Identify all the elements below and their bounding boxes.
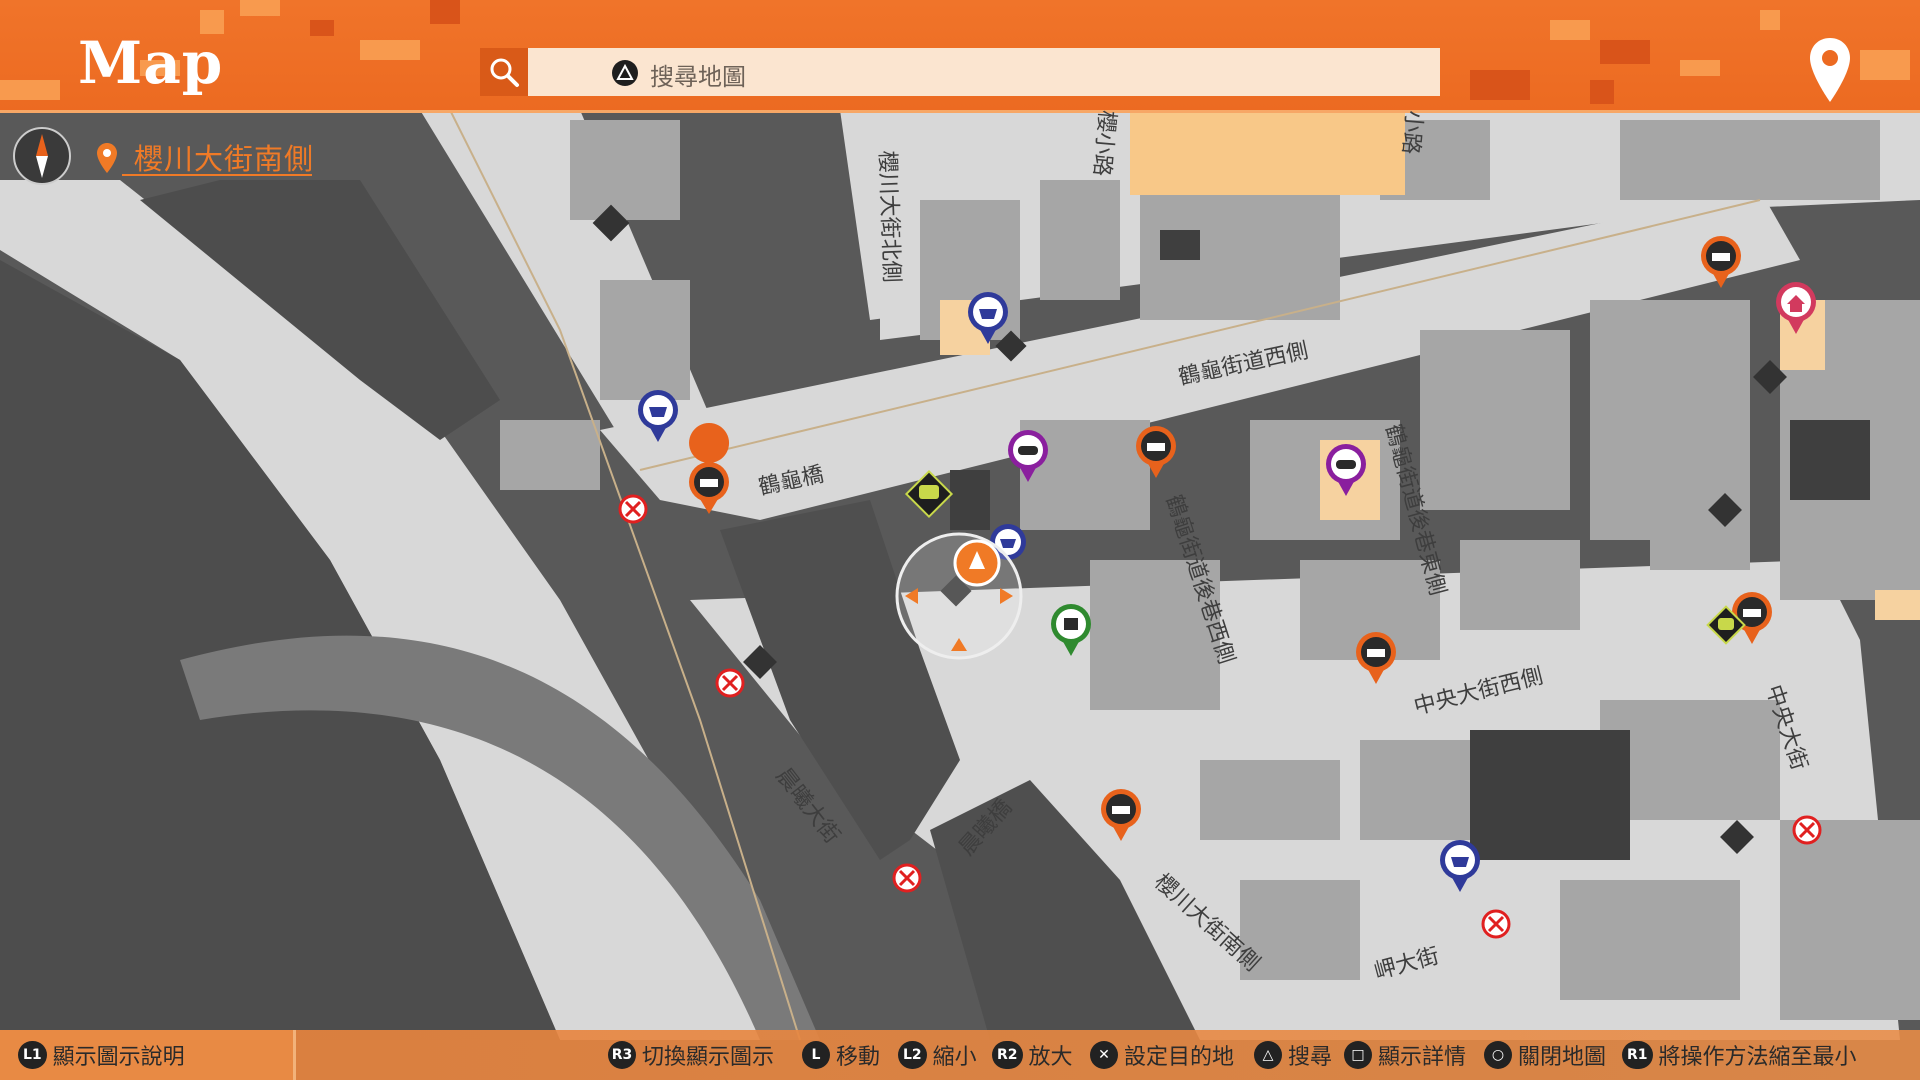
header-bar: Map 搜尋地圖 [0,0,1920,113]
hint-label: 設定目的地 [1124,1045,1235,1070]
search-icon [490,58,519,87]
search-input[interactable]: 搜尋地圖 [528,48,1440,96]
blocked-icon[interactable] [1481,909,1511,939]
hint-search[interactable]: △ 搜尋 [1254,1038,1332,1072]
square-button-icon: □ [1344,1041,1372,1069]
l2-button-icon: L2 [898,1041,927,1069]
hint-label: 顯示詳情 [1378,1045,1467,1070]
hint-minimize-controls[interactable]: R1 將操作方法縮至最小 [1622,1038,1857,1072]
hint-label: 搜尋 [1288,1045,1333,1070]
search-bar[interactable]: 搜尋地圖 [480,48,1440,96]
l-stick-icon: L [802,1041,830,1069]
search-placeholder: 搜尋地圖 [650,63,746,91]
hint-label: 切換顯示圖示 [642,1045,775,1070]
controls-footer: L1 顯示圖示說明 R3 切換顯示圖示 L 移動 L2 縮小 R2 放大 ✕ 設… [0,1030,1920,1080]
search-button[interactable] [480,48,528,96]
r1-button-icon: R1 [1622,1041,1653,1069]
compass-icon [13,127,71,185]
highlight-area [1130,110,1405,195]
hint-label: 移動 [836,1045,881,1070]
hint-zoom-in[interactable]: R2 放大 [992,1038,1073,1072]
map-pin-icon[interactable] [1806,36,1854,106]
player-position-icon [895,532,1023,660]
location-underline [122,174,312,176]
street-label: 櫻川大街北側 [874,150,904,284]
l1-button-icon: L1 [18,1041,47,1069]
hint-move[interactable]: L 移動 [802,1038,880,1072]
hint-label: 縮小 [932,1045,977,1070]
r3-button-icon: R3 [608,1041,636,1069]
hint-label: 將操作方法縮至最小 [1658,1045,1857,1070]
hint-toggle-icons[interactable]: R3 切換顯示圖示 [608,1038,774,1072]
cross-button-icon: ✕ [1090,1041,1118,1069]
blocked-icon[interactable] [618,494,648,524]
location-pin-icon [97,143,117,173]
triangle-button-icon: △ [1254,1041,1282,1069]
blocked-icon[interactable] [1792,815,1822,845]
street-label: 小路 [1397,109,1427,156]
legend-label: 顯示圖示說明 [52,1045,185,1070]
hint-set-destination[interactable]: ✕ 設定目的地 [1090,1038,1234,1072]
legend-toggle[interactable]: L1 顯示圖示說明 [0,1030,296,1080]
blocked-icon[interactable] [892,863,922,893]
hint-zoom-out[interactable]: L2 縮小 [898,1038,977,1072]
highlight-area [1875,590,1920,620]
triangle-button-icon [612,60,638,86]
hint-label: 放大 [1028,1045,1073,1070]
app-title: Map [78,29,224,97]
r2-button-icon: R2 [992,1041,1023,1069]
hint-show-details[interactable]: □ 顯示詳情 [1344,1038,1466,1072]
street-label: 櫻小路 [1088,109,1120,178]
hint-label: 關閉地圖 [1518,1045,1607,1070]
circle-button-icon: ○ [1484,1041,1512,1069]
header-divider [0,110,1920,113]
current-location-name: 櫻川大街南側 [134,142,315,176]
blocked-icon[interactable] [715,668,745,698]
hint-close-map[interactable]: ○ 關閉地圖 [1484,1038,1606,1072]
